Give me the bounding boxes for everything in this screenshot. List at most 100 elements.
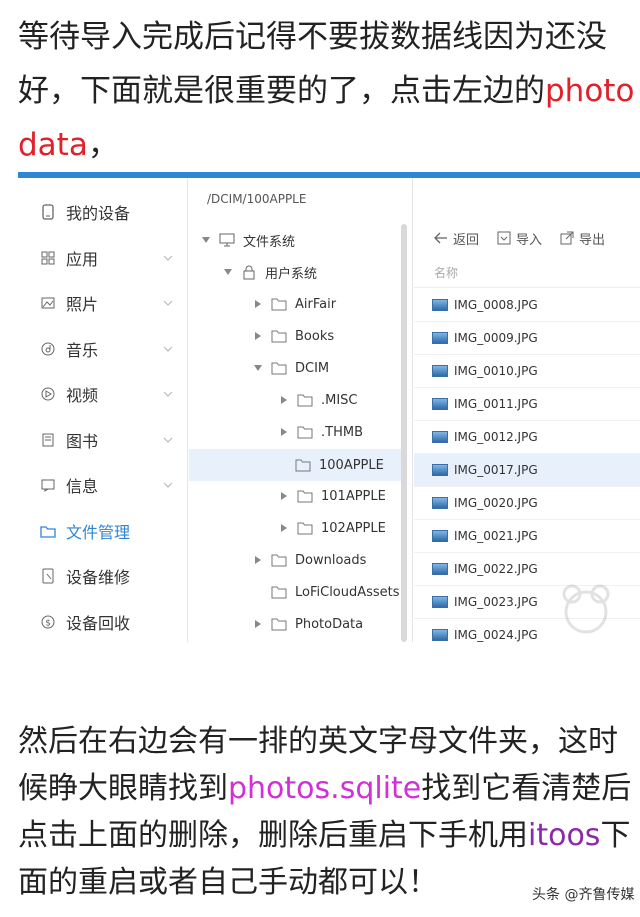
sidebar-item-recycle[interactable]: $ 设备回收: [18, 602, 188, 642]
expanded-arrow-icon: [223, 267, 233, 277]
tree-node-label: .MISC: [321, 392, 358, 408]
collapsed-arrow-icon: [253, 619, 263, 629]
file-name: IMG_0008.JPG: [454, 298, 538, 312]
sidebar-item-messages[interactable]: 信息: [18, 465, 188, 505]
tree-node-filesystem[interactable]: 文件系统: [201, 225, 295, 255]
sidebar-item-label: 我的设备: [66, 204, 131, 223]
folder-icon: [271, 586, 287, 599]
folder-icon: [271, 330, 287, 343]
image-file-icon: [432, 563, 448, 575]
tree-node-label: Downloads: [295, 552, 367, 568]
image-file-icon: [432, 497, 448, 509]
image-file-icon: [432, 530, 448, 542]
import-label: 导入: [516, 232, 543, 248]
file-row[interactable]: IMG_0010.JPG: [414, 355, 640, 388]
tree-node-photodata[interactable]: PhotoData: [253, 609, 363, 639]
folder-icon: [297, 426, 313, 439]
watermark-logo-icon: [562, 584, 610, 634]
tree-node-100apple[interactable]: 100APPLE: [189, 449, 401, 481]
sidebar-item-label: 照片: [66, 295, 99, 314]
tree-node-101apple[interactable]: 101APPLE: [279, 481, 386, 511]
current-path: /DCIM/100APPLE: [207, 192, 307, 206]
collapsed-arrow-icon: [253, 555, 263, 565]
outro-paragraph: 然后在右边会有一排的英文字母文件夹，这时候睁大眼睛找到photos.sqlite…: [18, 718, 638, 906]
tree-scrollbar[interactable]: [401, 224, 407, 642]
sidebar-item-photos[interactable]: 照片: [18, 283, 188, 323]
file-name: IMG_0010.JPG: [454, 364, 538, 378]
chevron-down-icon: [163, 300, 173, 306]
file-row[interactable]: IMG_0021.JPG: [414, 520, 640, 553]
tree-node-label: Books: [295, 328, 335, 344]
image-file-icon: [432, 299, 448, 311]
file-row[interactable]: IMG_0008.JPG: [414, 289, 640, 322]
chevron-down-icon: [163, 437, 173, 443]
sidebar-item-label: 信息: [66, 477, 99, 496]
folder-icon: [295, 459, 311, 472]
file-row[interactable]: IMG_0011.JPG: [414, 388, 640, 421]
tree-node-label: LoFiCloudAssets: [295, 584, 400, 600]
back-arrow-icon: [434, 232, 447, 244]
collapsed-arrow-icon: [279, 427, 289, 437]
svg-text:$: $: [45, 619, 51, 629]
tree-node-user-system[interactable]: 用户系统: [223, 257, 317, 287]
tree-node-102apple[interactable]: 102APPLE: [279, 513, 386, 543]
image-file-icon: [432, 431, 448, 443]
sidebar-item-music[interactable]: 音乐: [18, 329, 188, 369]
tree-node-label: 102APPLE: [321, 520, 386, 536]
collapsed-arrow-icon: [279, 491, 289, 501]
tree-node-books[interactable]: Books: [253, 321, 334, 351]
tree-node-airfair[interactable]: AirFair: [253, 289, 336, 319]
intro-paragraph: 等待导入完成后记得不要拔数据线因为还没好，下面就是很重要的了，点击左边的phot…: [18, 10, 638, 172]
sidebar-item-books[interactable]: 图书: [18, 420, 188, 460]
sidebar-item-label: 音乐: [66, 341, 99, 360]
tree-node-label: 101APPLE: [321, 488, 386, 504]
folder-icon: [271, 618, 287, 631]
back-button[interactable]: 返回: [434, 229, 479, 248]
folder-icon: [40, 523, 56, 539]
tree-node-thmb[interactable]: .THMB: [279, 417, 363, 447]
collapsed-arrow-icon: [279, 395, 289, 405]
file-row[interactable]: IMG_0012.JPG: [414, 421, 640, 454]
intro-text-end: ，: [87, 127, 119, 163]
photos-sqlite-highlight: photos.sqlite: [228, 771, 422, 806]
tree-node-downloads[interactable]: Downloads: [253, 545, 366, 575]
image-file-icon: [432, 629, 448, 641]
folder-icon: [297, 490, 313, 503]
tree-node-misc[interactable]: .MISC: [279, 385, 358, 415]
tree-node-loficloudassets[interactable]: LoFiCloudAssets: [271, 577, 400, 607]
intro-text: 等待导入完成后记得不要拔数据线因为还没好，下面就是很重要的了，点击左边的: [18, 19, 607, 109]
chevron-down-icon: [163, 255, 173, 261]
import-button[interactable]: 导入: [497, 229, 542, 248]
sidebar-item-repair[interactable]: 设备维修: [18, 556, 188, 596]
sidebar-item-my-device[interactable]: 我的设备: [18, 192, 188, 232]
file-name: IMG_0022.JPG: [454, 562, 538, 576]
source-watermark: 头条 @齐鲁传媒: [532, 887, 635, 903]
sidebar-item-apps[interactable]: 应用: [18, 238, 188, 278]
sidebar-item-video[interactable]: 视频: [18, 374, 188, 414]
chevron-down-icon: [163, 482, 173, 488]
folder-icon: [297, 522, 313, 535]
sidebar-item-file-manager[interactable]: 文件管理: [18, 511, 188, 551]
file-name: IMG_0017.JPG: [454, 463, 538, 477]
name-column-header[interactable]: 名称: [414, 258, 640, 288]
file-row[interactable]: IMG_0009.JPG: [414, 322, 640, 355]
book-icon: [40, 432, 56, 448]
sidebar-item-label: 应用: [66, 250, 99, 269]
export-button[interactable]: 导出: [560, 229, 605, 248]
file-name: IMG_0023.JPG: [454, 595, 538, 609]
file-row[interactable]: IMG_0020.JPG: [414, 487, 640, 520]
folder-icon: [271, 362, 287, 375]
file-name: IMG_0021.JPG: [454, 529, 538, 543]
itoos-highlight: itoos: [528, 818, 601, 853]
tree-node-label: 100APPLE: [319, 457, 384, 473]
collapsed-arrow-icon: [253, 331, 263, 341]
image-file-icon: [432, 596, 448, 608]
file-row-selected[interactable]: IMG_0017.JPG: [414, 454, 640, 487]
file-name: IMG_0020.JPG: [454, 496, 538, 510]
sidebar-item-label: 设备回收: [66, 614, 131, 633]
sidebar: 我的设备 应用 照片 音乐 视频 图书 信息 文件管理 设备维修 $ 设备回收: [18, 178, 188, 642]
folder-icon: [297, 394, 313, 407]
photo-icon: [40, 295, 56, 311]
tree-node-dcim[interactable]: DCIM: [253, 353, 329, 383]
tree-node-label: .THMB: [321, 424, 363, 440]
